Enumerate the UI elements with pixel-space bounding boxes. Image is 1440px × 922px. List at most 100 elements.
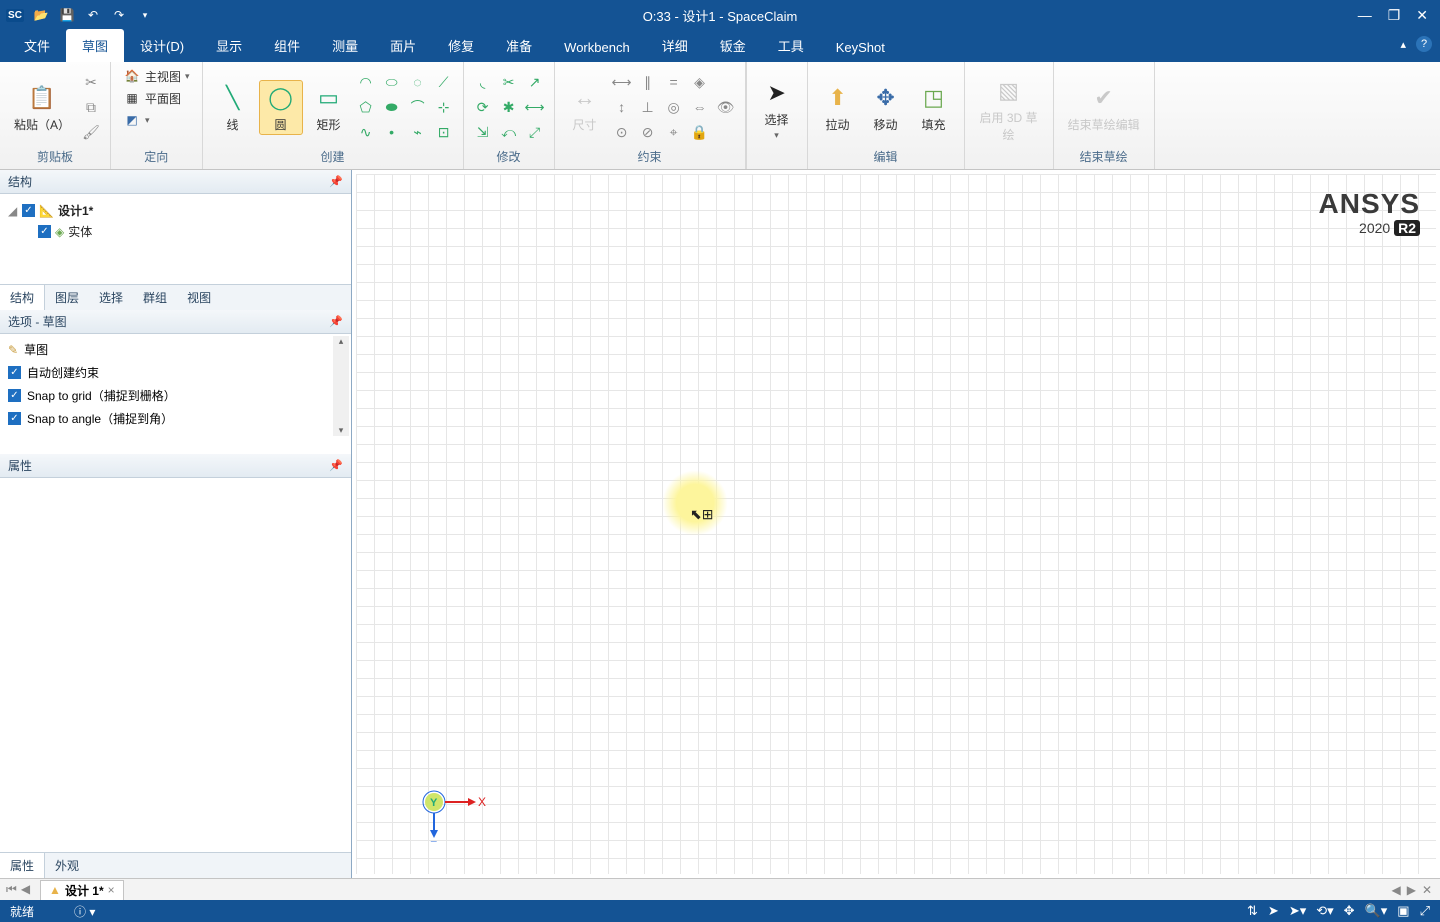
arc-tangent-icon[interactable]: ◠ bbox=[355, 71, 377, 93]
lock-constraint-icon[interactable]: 🔒 bbox=[689, 121, 711, 143]
point-icon[interactable]: • bbox=[381, 121, 403, 143]
select-button[interactable]: ➤选择▾ bbox=[755, 75, 799, 143]
tab-measure[interactable]: 测量 bbox=[316, 29, 374, 62]
document-tab[interactable]: ▲ 设计 1* × bbox=[40, 880, 124, 900]
project-icon[interactable]: ⇲ bbox=[472, 121, 494, 143]
option-snap-angle[interactable]: ✓ Snap to angle（捕捉到角） bbox=[8, 407, 343, 430]
tab-tool[interactable]: 工具 bbox=[762, 29, 820, 62]
split-icon[interactable]: ✱ bbox=[498, 96, 520, 118]
tree-root-row[interactable]: ◢ ✓ 📐 设计1* bbox=[8, 200, 343, 221]
doc-last-icon[interactable]: ▶ bbox=[1407, 883, 1416, 897]
tab-assembly[interactable]: 组件 bbox=[258, 29, 316, 62]
mirror-icon[interactable]: ⟷ bbox=[524, 96, 546, 118]
checkbox-icon[interactable]: ✓ bbox=[8, 389, 21, 402]
concentric-constraint-icon[interactable]: ◎ bbox=[663, 96, 685, 118]
tab-keyshot[interactable]: KeyShot bbox=[820, 33, 901, 62]
copy-icon[interactable]: ⧉ bbox=[80, 96, 102, 118]
parallel-constraint-icon[interactable]: ∥ bbox=[637, 71, 659, 93]
close-button[interactable]: ✕ bbox=[1416, 7, 1428, 24]
nav-orbit-icon[interactable]: ⟲▾ bbox=[1316, 903, 1333, 919]
home-view-button[interactable]: 🏠主视图▾ bbox=[119, 66, 194, 86]
doc-prev-icon[interactable]: ◀ bbox=[21, 882, 30, 897]
show-constraints-icon[interactable]: 👁 bbox=[715, 96, 737, 118]
nav-zoom-icon[interactable]: 🔍▾ bbox=[1365, 903, 1388, 919]
extend-icon[interactable]: ↗ bbox=[524, 71, 546, 93]
move-button[interactable]: ✥移动 bbox=[864, 80, 908, 135]
ribbon-collapse-icon[interactable]: ▴ bbox=[1400, 38, 1406, 51]
redo-icon[interactable]: ↷ bbox=[110, 8, 128, 22]
tab-properties[interactable]: 属性 bbox=[0, 853, 45, 878]
slot-icon[interactable]: ⬬ bbox=[381, 96, 403, 118]
option-snap-grid[interactable]: ✓ Snap to grid（捕捉到栅格） bbox=[8, 384, 343, 407]
tree-child-row[interactable]: ✓ ◈ 实体 bbox=[8, 221, 343, 242]
plan-view-button[interactable]: ▦平面图 bbox=[119, 88, 185, 108]
tab-appearance[interactable]: 外观 bbox=[45, 853, 89, 878]
checkbox-icon[interactable]: ✓ bbox=[8, 366, 21, 379]
nav-box-icon[interactable]: ▣ bbox=[1397, 903, 1409, 919]
dimension-button[interactable]: ↔尺寸 bbox=[563, 80, 607, 135]
option-auto-constraint[interactable]: ✓ 自动创建约束 bbox=[8, 361, 343, 384]
tab-prepare[interactable]: 准备 bbox=[490, 29, 548, 62]
three-point-arc-icon[interactable]: ⌒ bbox=[407, 96, 429, 118]
bend-icon[interactable]: ⤺ bbox=[498, 121, 520, 143]
nav-pan-icon[interactable]: ✥ bbox=[1344, 903, 1355, 919]
iso-view-button[interactable]: ◩▾ bbox=[119, 110, 154, 130]
polygon-icon[interactable]: ⬠ bbox=[355, 96, 377, 118]
construction-line-icon[interactable]: ⟋ bbox=[433, 71, 455, 93]
qat-dropdown-icon[interactable]: ▾ bbox=[136, 10, 154, 21]
centerline-icon[interactable]: ⊹ bbox=[433, 96, 455, 118]
format-painter-icon[interactable]: 🖌 bbox=[80, 121, 102, 143]
pin-icon[interactable]: 📌 bbox=[329, 459, 343, 472]
trim-icon[interactable]: ✂ bbox=[498, 71, 520, 93]
checkbox-icon[interactable]: ✓ bbox=[8, 412, 21, 425]
reference-icon[interactable]: ⊡ bbox=[433, 121, 455, 143]
paste-button[interactable]: 📋 粘贴（A） bbox=[8, 80, 76, 135]
maximize-button[interactable]: ❐ bbox=[1388, 7, 1401, 24]
collapse-icon[interactable]: ◢ bbox=[8, 204, 18, 218]
rectangle-button[interactable]: ▭矩形 bbox=[307, 80, 351, 135]
tab-layers[interactable]: 图层 bbox=[45, 285, 89, 310]
tab-display[interactable]: 显示 bbox=[200, 29, 258, 62]
tab-workbench[interactable]: Workbench bbox=[548, 33, 646, 62]
pin-icon[interactable]: 📌 bbox=[329, 175, 343, 188]
cut-icon[interactable]: ✂ bbox=[80, 71, 102, 93]
construction-circle-icon[interactable]: ◌ bbox=[407, 71, 429, 93]
options-scrollbar[interactable]: ▴▾ bbox=[333, 336, 349, 436]
save-icon[interactable]: 💾 bbox=[58, 8, 76, 22]
minimize-button[interactable]: — bbox=[1358, 7, 1372, 24]
doc-first-icon[interactable]: ⏮ bbox=[6, 882, 17, 897]
circle-button[interactable]: ◯圆 bbox=[259, 80, 303, 135]
equal-constraint-icon[interactable]: = bbox=[663, 71, 685, 93]
open-icon[interactable]: 📂 bbox=[32, 8, 50, 22]
checkbox-icon[interactable]: ✓ bbox=[38, 225, 51, 238]
nav-cursor-icon[interactable]: ➤ bbox=[1268, 903, 1279, 919]
spline-icon[interactable]: ∿ bbox=[355, 121, 377, 143]
tab-sketch[interactable]: 草图 bbox=[66, 29, 124, 62]
coincident-constraint-icon[interactable]: ⊙ bbox=[611, 121, 633, 143]
scale-icon[interactable]: ⤢ bbox=[524, 121, 546, 143]
status-info-icon[interactable]: ⓘ ▾ bbox=[74, 903, 95, 920]
tab-repair[interactable]: 修复 bbox=[432, 29, 490, 62]
text-icon[interactable]: ⌁ bbox=[407, 121, 429, 143]
tab-select[interactable]: 选择 bbox=[89, 285, 133, 310]
nav-updown-icon[interactable]: ⇅ bbox=[1247, 903, 1258, 919]
orientation-triad[interactable]: Y X Z bbox=[412, 772, 492, 842]
tab-sheetmetal[interactable]: 钣金 bbox=[704, 29, 762, 62]
checkbox-icon[interactable]: ✓ bbox=[22, 204, 35, 217]
close-tab-icon[interactable]: × bbox=[108, 883, 115, 897]
symmetric-constraint-icon[interactable]: ⇔ bbox=[689, 96, 711, 118]
tab-detail[interactable]: 详细 bbox=[646, 29, 704, 62]
tab-structure[interactable]: 结构 bbox=[0, 285, 45, 310]
horizontal-constraint-icon[interactable]: ⟷ bbox=[611, 71, 633, 93]
ellipse-icon[interactable]: ⬭ bbox=[381, 71, 403, 93]
end-sketch-button[interactable]: ✔结束草绘编辑 bbox=[1062, 80, 1146, 135]
enable-3d-sketch-button[interactable]: ▧启用 3D 草绘 bbox=[973, 73, 1045, 145]
fillet-icon[interactable]: ◟ bbox=[472, 71, 494, 93]
doc-next-icon[interactable]: ◀ bbox=[1391, 883, 1400, 897]
tab-file[interactable]: 文件 bbox=[8, 29, 66, 62]
midpoint-constraint-icon[interactable]: ◈ bbox=[689, 71, 711, 93]
nav-reset-icon[interactable]: ⤢ bbox=[1420, 903, 1430, 919]
fix-constraint-icon[interactable]: ⌖ bbox=[663, 121, 685, 143]
help-icon[interactable]: ? bbox=[1416, 36, 1432, 52]
pin-icon[interactable]: 📌 bbox=[329, 315, 343, 328]
